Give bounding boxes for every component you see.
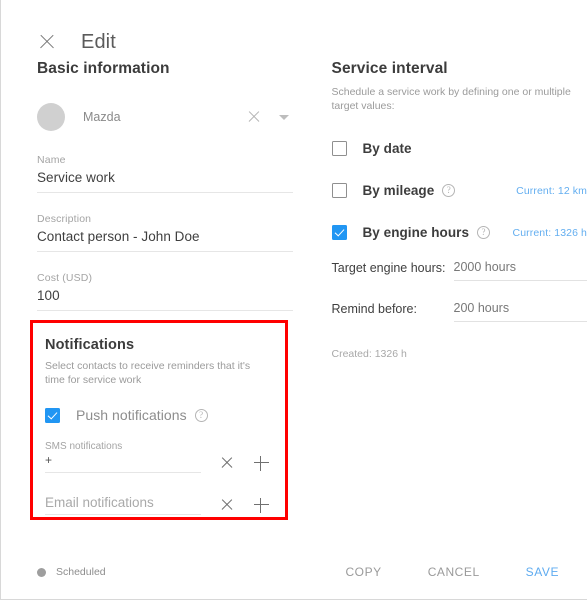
by-engine-hours-current-value[interactable]: Current: 1326 h: [513, 227, 587, 239]
push-notifications-row[interactable]: Push notifications ?: [45, 407, 269, 423]
close-icon[interactable]: [37, 32, 57, 52]
by-date-label: By date: [362, 141, 412, 156]
by-engine-hours-row[interactable]: By engine hours ? Current: 1326 h: [331, 225, 587, 240]
sms-add-icon[interactable]: [253, 455, 269, 471]
entity-name: Mazda: [83, 110, 121, 124]
edit-dialog: Edit Basic information Mazda Name Servic…: [0, 0, 587, 600]
by-engine-hours-checkbox[interactable]: [331, 225, 347, 240]
by-mileage-label: By mileage: [362, 183, 435, 198]
page-title: Edit: [81, 30, 116, 53]
service-interval-section: Service interval Schedule a service work…: [331, 60, 587, 360]
footer-actions: COPY CANCEL SAVE: [299, 565, 559, 579]
dialog-footer: Scheduled COPY CANCEL SAVE: [1, 545, 587, 599]
email-add-icon[interactable]: [253, 497, 269, 513]
save-button[interactable]: SAVE: [526, 565, 559, 579]
sms-notifications-field: SMS notifications +: [45, 441, 269, 473]
target-engine-hours-input[interactable]: 2000 hours: [453, 260, 587, 281]
basic-information-section: Basic information Mazda Name Service wor…: [37, 60, 293, 360]
by-engine-hours-label: By engine hours: [362, 225, 470, 240]
copy-button[interactable]: COPY: [345, 565, 381, 579]
entity-clear-icon[interactable]: [245, 108, 263, 126]
chevron-down-icon[interactable]: [275, 108, 293, 126]
by-date-checkbox[interactable]: [331, 141, 347, 156]
status-dot-icon: [37, 567, 46, 577]
target-engine-hours-label: Target engine hours:: [331, 261, 446, 275]
basic-information-title: Basic information: [37, 60, 170, 77]
remind-before-input[interactable]: 200 hours: [453, 301, 587, 322]
push-notifications-help-icon[interactable]: ?: [194, 408, 208, 422]
service-interval-title: Service interval: [331, 60, 448, 77]
field-cost: Cost (USD) 100: [37, 272, 293, 311]
entity-selector[interactable]: Mazda: [37, 100, 293, 134]
sms-notifications-input[interactable]: +: [45, 453, 201, 473]
email-clear-icon[interactable]: [219, 497, 235, 513]
sms-clear-icon[interactable]: [219, 455, 235, 471]
by-mileage-row[interactable]: By mileage ? Current: 12 km: [331, 183, 587, 198]
dialog-header: Edit: [1, 0, 587, 60]
remind-before-row: Remind before: 200 hours: [332, 301, 587, 322]
field-name: Name Service work: [37, 154, 293, 193]
field-description-input[interactable]: Contact person - John Doe: [37, 225, 293, 252]
field-cost-label: Cost (USD): [37, 272, 93, 284]
by-mileage-current-value[interactable]: Current: 12 km: [516, 185, 587, 197]
created-note: Created: 1326 h: [331, 348, 407, 360]
by-mileage-help-icon[interactable]: ?: [442, 184, 456, 197]
field-cost-input[interactable]: 100: [37, 284, 293, 311]
push-notifications-checkbox[interactable]: [45, 407, 60, 423]
push-notifications-label: Push notifications: [76, 407, 187, 423]
notifications-subtitle: Select contacts to receive reminders tha…: [45, 360, 251, 386]
notifications-title: Notifications: [45, 337, 135, 353]
avatar: [37, 103, 65, 131]
by-date-row[interactable]: By date: [331, 141, 587, 156]
email-notifications-row: Email notifications: [45, 495, 269, 515]
status-badge: Scheduled: [37, 566, 106, 578]
email-notifications-field: Email notifications: [45, 495, 269, 515]
status-text: Scheduled: [56, 566, 106, 578]
field-name-label: Name: [37, 154, 66, 166]
sms-notifications-row: +: [45, 453, 269, 473]
field-description: Description Contact person - John Doe: [37, 213, 293, 252]
by-engine-hours-help-icon[interactable]: ?: [477, 226, 491, 239]
field-name-input[interactable]: Service work: [37, 166, 293, 193]
sms-notifications-label: SMS notifications: [45, 441, 123, 452]
cancel-button[interactable]: CANCEL: [428, 565, 480, 579]
dialog-body: Basic information Mazda Name Service wor…: [1, 60, 587, 360]
notifications-section: Notifications Select contacts to receive…: [30, 320, 288, 520]
target-engine-hours-row: Target engine hours: 2000 hours: [332, 260, 587, 281]
by-mileage-checkbox[interactable]: [331, 183, 347, 198]
remind-before-label: Remind before:: [331, 302, 417, 316]
field-description-label: Description: [37, 213, 92, 225]
service-interval-subtitle: Schedule a service work by defining one …: [331, 86, 571, 112]
email-notifications-input[interactable]: Email notifications: [45, 495, 201, 515]
